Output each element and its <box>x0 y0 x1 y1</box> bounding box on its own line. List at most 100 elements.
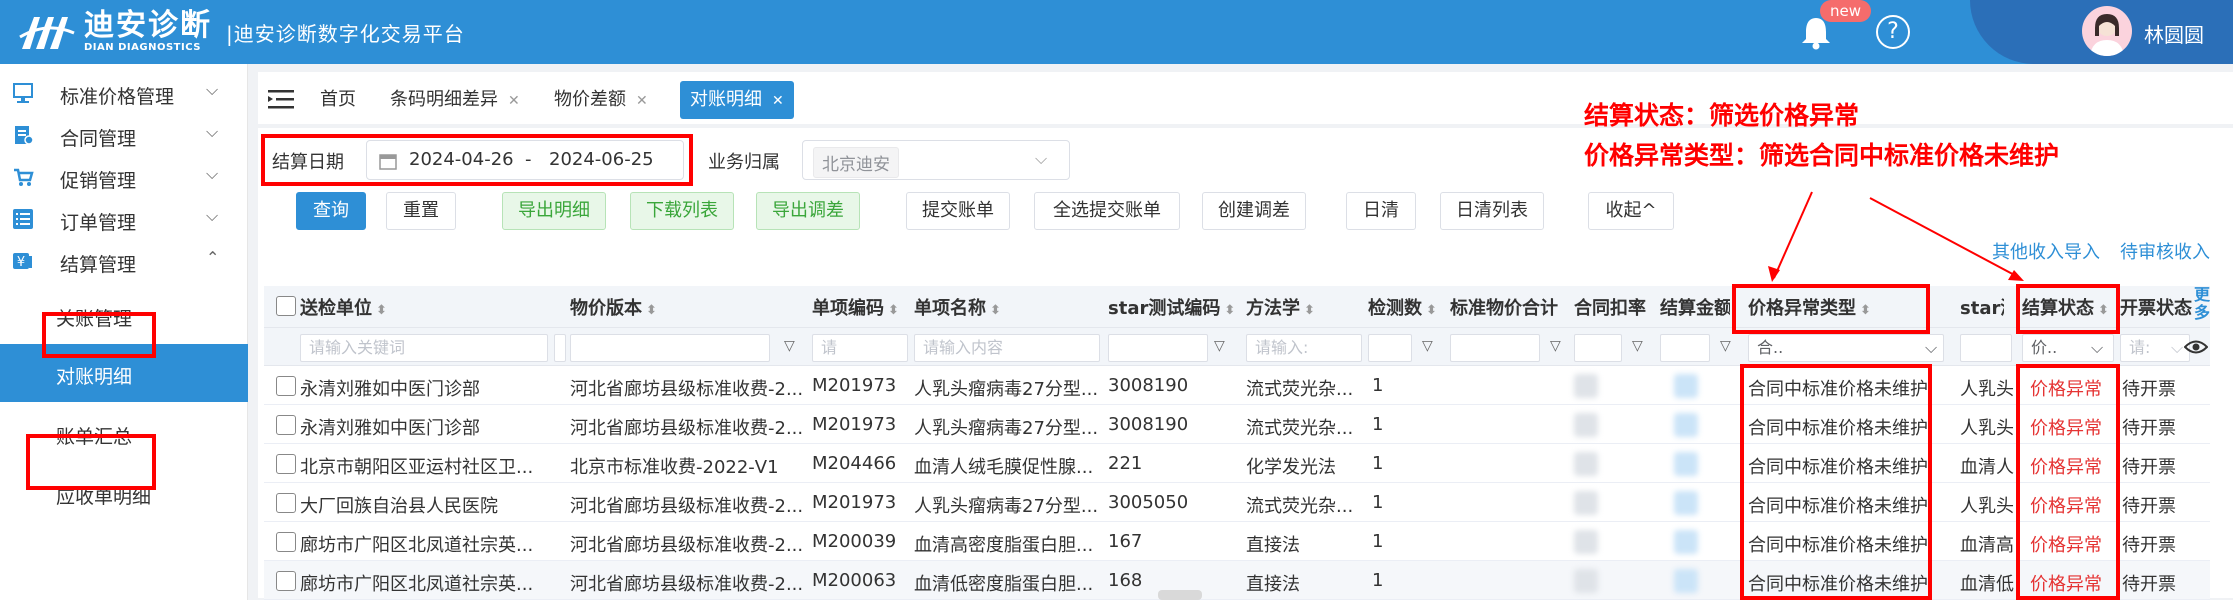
discount-filter-input[interactable] <box>1574 334 1622 362</box>
tab-bar: 首页 条码明细差异 ✕ 物价差额 ✕ 对账明细 ✕ <box>258 72 2233 124</box>
version-filter-input[interactable] <box>570 334 770 362</box>
cell-method: 直接法 <box>1246 574 1300 595</box>
masked-value <box>1574 413 1598 437</box>
masked-value <box>1674 452 1698 476</box>
std-total-filter-input[interactable] <box>1450 334 1540 362</box>
star2-filter-input[interactable] <box>1960 334 2012 362</box>
filter-funnel-icon[interactable]: ▽ <box>784 338 795 354</box>
list-icon <box>13 209 33 229</box>
business-owner-tag: 北京迪安 <box>813 147 899 178</box>
tab-home[interactable]: 首页 <box>310 81 366 119</box>
masked-value <box>1574 374 1598 398</box>
amount-filter-input[interactable] <box>1660 334 1710 362</box>
cell-version: 河北省廊坊县级标准收费-2... <box>570 418 804 439</box>
col-header-code[interactable]: 单项编码 ⬍ <box>812 294 899 320</box>
cell-star: 3008190 <box>1108 375 1189 396</box>
row-checkbox[interactable] <box>276 415 296 435</box>
filter-funnel-icon[interactable]: ▽ <box>1550 338 1561 354</box>
col-header-unit[interactable]: 送检单位 ⬍ <box>300 294 387 320</box>
business-owner-select[interactable]: 北京迪安 ⌵ <box>802 140 1070 180</box>
col-header-method[interactable]: 方法学 ⬍ <box>1246 294 1315 320</box>
more-columns-button[interactable]: 更多 <box>2194 286 2210 322</box>
cell-invoice: 待开票 <box>2122 379 2176 400</box>
col-header-count[interactable]: 检测数 ⬍ <box>1368 294 1437 320</box>
close-icon[interactable]: ✕ <box>772 93 784 109</box>
star-code-filter-input[interactable] <box>1108 334 1208 362</box>
code-filter-input[interactable]: 请 <box>812 334 908 362</box>
row-checkbox[interactable] <box>276 376 296 396</box>
create-adjust-button[interactable]: 创建调差 <box>1202 192 1306 230</box>
export-adjust-button[interactable]: 导出调差 <box>756 192 860 230</box>
horizontal-scrollbar[interactable] <box>1158 590 1202 600</box>
row-checkbox[interactable] <box>276 493 296 513</box>
select-all-checkbox[interactable] <box>276 296 296 316</box>
col-header-label: 方法学 <box>1246 298 1300 319</box>
eye-icon[interactable] <box>2184 338 2208 356</box>
count-filter-input[interactable] <box>1368 334 1412 362</box>
filter-funnel-icon[interactable]: ▽ <box>1422 338 1433 354</box>
sidebar-item-label: 合同管理 <box>60 128 137 150</box>
status-filter-select[interactable]: 价.. ⌵ <box>2022 334 2114 362</box>
other-income-import-link[interactable]: 其他收入导入 <box>1992 238 2100 264</box>
annotation-line-1: 结算状态：筛选价格异常 <box>1584 101 1860 130</box>
download-list-button[interactable]: 下载列表 <box>630 192 734 230</box>
sort-icon[interactable]: ⬍ <box>1224 303 1235 318</box>
chevron-down-icon: ⌵ <box>1925 338 1938 357</box>
sort-icon[interactable]: ⬍ <box>1426 303 1437 318</box>
filter-funnel-icon[interactable]: ▽ <box>1214 338 1225 354</box>
daily-clear-button[interactable]: 日清 <box>1346 192 1416 230</box>
tab-reconciliation[interactable]: 对账明细 ✕ <box>680 81 794 119</box>
avatar[interactable] <box>2082 6 2132 56</box>
query-button[interactable]: 查询 <box>296 192 366 230</box>
masked-value <box>1574 491 1598 515</box>
cell-star: 221 <box>1108 453 1143 474</box>
masked-value <box>1674 569 1698 593</box>
sort-icon[interactable]: ⬍ <box>376 303 387 318</box>
name-filter-input[interactable]: 请输入内容 <box>914 334 1100 362</box>
row-checkbox[interactable] <box>276 571 296 591</box>
close-icon[interactable]: ✕ <box>508 93 520 109</box>
col-header-version[interactable]: 物价版本 ⬍ <box>570 294 657 320</box>
close-icon[interactable]: ✕ <box>636 93 648 109</box>
sort-icon[interactable]: ⬍ <box>1304 303 1315 318</box>
sort-icon[interactable]: ⬍ <box>646 303 657 318</box>
submit-bill-button[interactable]: 提交账单 <box>906 192 1010 230</box>
highlight-settlement-menu <box>42 312 156 358</box>
col-header-star-code[interactable]: star测试编码 ⬍ <box>1108 294 1235 320</box>
menu-toggle-icon[interactable] <box>268 88 294 110</box>
unit-filter-extra[interactable] <box>554 334 566 362</box>
anomaly-type-filter-select[interactable]: 合.. ⌵ <box>1748 334 1944 362</box>
col-header-label: 标准物价合计 <box>1450 298 1558 319</box>
tab-price-diff[interactable]: 物价差额 ✕ <box>544 81 658 119</box>
sidebar-item-settlement[interactable]: ¥ 结算管理 ⌃ <box>0 232 248 292</box>
row-checkbox[interactable] <box>276 454 296 474</box>
help-icon[interactable]: ? <box>1876 15 1910 49</box>
pending-income-link[interactable]: 待审核收入 <box>2120 238 2210 264</box>
select-all-submit-button[interactable]: 全选提交账单 <box>1034 192 1180 230</box>
filter-funnel-icon[interactable]: ▽ <box>1720 338 1731 354</box>
row-checkbox[interactable] <box>276 532 296 552</box>
daily-clear-list-button[interactable]: 日清列表 <box>1440 192 1544 230</box>
invoice-filter-select[interactable]: 请: ⌵ <box>2120 334 2190 362</box>
sort-icon[interactable]: ⬍ <box>990 303 1001 318</box>
cell-method: 流式荧光杂... <box>1246 418 1354 439</box>
unit-filter-input[interactable]: 请输入关键词 <box>300 334 548 362</box>
col-header-name[interactable]: 单项名称 ⬍ <box>914 294 1001 320</box>
method-filter-input[interactable]: 请输入: <box>1246 334 1362 362</box>
cell-star2: 血清低 <box>1960 574 2014 595</box>
reset-button[interactable]: 重置 <box>386 192 456 230</box>
username[interactable]: 林圆圆 <box>2144 19 2204 48</box>
filter-funnel-icon[interactable]: ▽ <box>1632 338 1643 354</box>
cell-invoice: 待开票 <box>2122 457 2176 478</box>
cell-star: 3008190 <box>1108 414 1189 435</box>
sort-icon[interactable]: ⬍ <box>888 303 899 318</box>
avatar-person-icon <box>2090 14 2124 56</box>
export-detail-button[interactable]: 导出明细 <box>502 192 606 230</box>
brand-logo[interactable]: 迪安诊断 DIAN DIAGNOSTICS <box>18 10 212 54</box>
tab-barcode-diff[interactable]: 条码明细差异 ✕ <box>380 81 530 119</box>
col-header-label: 单项编码 <box>812 298 884 319</box>
cell-star: 3005050 <box>1108 492 1189 513</box>
cell-unit: 大厂回族自治县人民医院 <box>300 496 498 517</box>
cell-code: M200039 <box>812 531 897 552</box>
collapse-button[interactable]: 收起^ <box>1588 192 1674 230</box>
